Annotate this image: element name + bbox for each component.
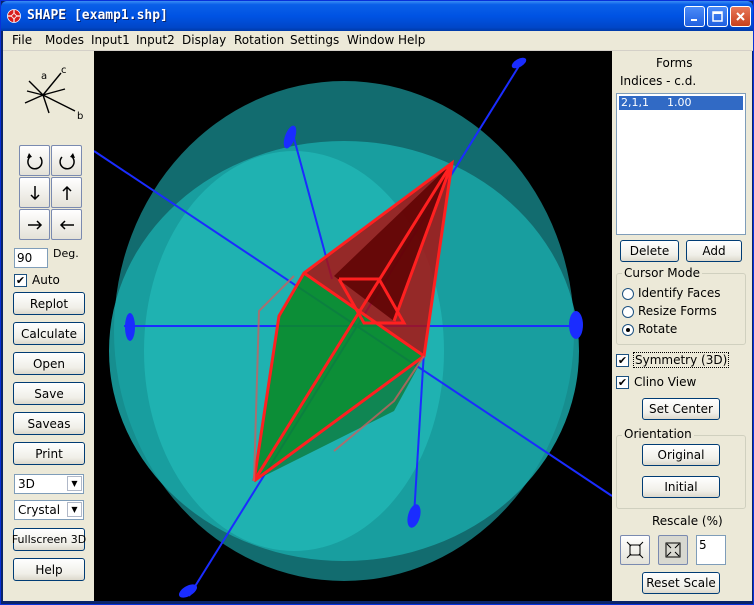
menu-input2[interactable]: Input2 — [136, 33, 175, 47]
clino-view-checkbox[interactable]: ✔ — [616, 376, 629, 389]
rotate-down-button[interactable] — [19, 177, 50, 208]
save-button[interactable]: Save — [13, 382, 85, 405]
fullscreen-3d-button[interactable]: Fullscreen 3D — [12, 528, 86, 551]
degrees-input[interactable]: 90 — [14, 248, 48, 268]
crystal-3d-viewport[interactable] — [94, 51, 612, 601]
auto-label: Auto — [32, 273, 60, 287]
rotate-cw-icon — [58, 152, 75, 170]
set-center-button[interactable]: Set Center — [642, 398, 720, 420]
form-indices: 2,1,1 — [621, 96, 649, 109]
menu-display[interactable]: Display — [182, 33, 226, 47]
arrow-right-icon — [27, 219, 42, 230]
rotate-ccw-button[interactable] — [19, 145, 50, 176]
window-title: SHAPE [examp1.shp] — [27, 8, 168, 23]
rotate-label: Rotate — [638, 322, 678, 336]
menu-window[interactable]: Window — [347, 33, 394, 47]
menu-bar: File Modes Input1 Input2 Display Rotatio… — [3, 31, 753, 51]
axis-end-marker — [569, 311, 583, 339]
model-type-value: Crystal — [18, 503, 61, 517]
forms-list[interactable]: 2,1,1 1.00 — [616, 93, 746, 235]
calculate-button[interactable]: Calculate — [13, 322, 85, 345]
rotate-left-button[interactable] — [51, 209, 82, 240]
print-button[interactable]: Print — [13, 442, 85, 465]
form-cd: 1.00 — [667, 96, 692, 109]
maximize-icon — [712, 11, 723, 22]
arrow-down-icon — [29, 185, 40, 200]
clino-view-label: Clino View — [634, 375, 697, 389]
shrink-icon — [665, 542, 681, 558]
open-button[interactable]: Open — [13, 352, 85, 375]
view-mode-value: 3D — [18, 477, 35, 491]
check-icon: ✔ — [617, 354, 628, 367]
identify-faces-radio[interactable] — [622, 288, 634, 300]
view-mode-select[interactable]: 3D ▼ — [14, 474, 84, 494]
menu-settings[interactable]: Settings — [290, 33, 339, 47]
arrow-up-icon — [61, 185, 72, 200]
forms-title: Forms — [656, 56, 693, 70]
delete-button[interactable]: Delete — [620, 240, 679, 262]
minimize-button[interactable] — [684, 6, 705, 27]
rotate-up-button[interactable] — [51, 177, 82, 208]
axis-a-label: a — [41, 71, 47, 82]
chevron-down-icon[interactable]: ▼ — [67, 476, 82, 491]
close-button[interactable] — [730, 6, 751, 27]
add-button[interactable]: Add — [686, 240, 742, 262]
indices-header: Indices - c.d. — [620, 74, 697, 88]
orientation-title: Orientation — [622, 427, 694, 441]
resize-forms-label: Resize Forms — [638, 304, 717, 318]
axes-orientation-indicator: a c b — [24, 65, 83, 122]
menu-input1[interactable]: Input1 — [91, 33, 130, 47]
maximize-button[interactable] — [707, 6, 728, 27]
axis-b-label: b — [77, 111, 83, 122]
menu-rotation[interactable]: Rotation — [234, 33, 284, 47]
menu-file[interactable]: File — [12, 33, 32, 47]
rotate-radio[interactable] — [622, 324, 634, 336]
app-window: SHAPE [examp1.shp] File Modes Input1 Inp… — [0, 0, 754, 605]
expand-button[interactable] — [620, 535, 650, 565]
left-toolbar: a c b 90 Deg. ✔ Auto Replot Calculate Op… — [3, 51, 94, 601]
axis-end-marker — [125, 313, 135, 341]
rotate-ccw-icon — [26, 152, 43, 170]
symmetry-label: Symmetry (3D) — [633, 352, 730, 368]
list-item[interactable]: 2,1,1 1.00 — [619, 96, 743, 110]
menu-modes[interactable]: Modes — [45, 33, 84, 47]
axis-c-label: c — [61, 65, 67, 76]
minimize-icon — [691, 19, 697, 21]
expand-icon — [626, 541, 644, 559]
title-bar[interactable]: SHAPE [examp1.shp] — [1, 1, 753, 31]
saveas-button[interactable]: Saveas — [13, 412, 85, 435]
menu-help[interactable]: Help — [398, 33, 425, 47]
arrow-left-icon — [59, 219, 74, 230]
check-icon: ✔ — [15, 274, 26, 287]
replot-button[interactable]: Replot — [13, 292, 85, 315]
close-icon — [736, 12, 745, 21]
app-icon — [7, 9, 21, 23]
right-sidebar: Forms Indices - c.d. 2,1,1 1.00 Delete A… — [612, 51, 752, 601]
auto-checkbox[interactable]: ✔ — [14, 274, 27, 287]
model-type-select[interactable]: Crystal ▼ — [14, 500, 84, 520]
original-button[interactable]: Original — [642, 444, 720, 466]
rotate-cw-button[interactable] — [51, 145, 82, 176]
rescale-input[interactable]: 5 — [696, 535, 726, 565]
reset-scale-button[interactable]: Reset Scale — [642, 572, 720, 594]
crystal-render — [94, 57, 612, 598]
degrees-label: Deg. — [53, 247, 79, 260]
rotate-right-button[interactable] — [19, 209, 50, 240]
identify-faces-label: Identify Faces — [638, 286, 721, 300]
chevron-down-icon[interactable]: ▼ — [67, 502, 82, 517]
rescale-title: Rescale (%) — [652, 514, 723, 528]
axis-end-marker — [511, 57, 527, 69]
check-icon: ✔ — [617, 376, 628, 389]
shrink-button[interactable] — [658, 535, 688, 565]
cursor-mode-title: Cursor Mode — [622, 266, 702, 280]
symmetry-checkbox[interactable]: ✔ — [616, 354, 629, 367]
initial-button[interactable]: Initial — [642, 476, 720, 498]
resize-forms-radio[interactable] — [622, 306, 634, 318]
help-button[interactable]: Help — [13, 558, 85, 581]
